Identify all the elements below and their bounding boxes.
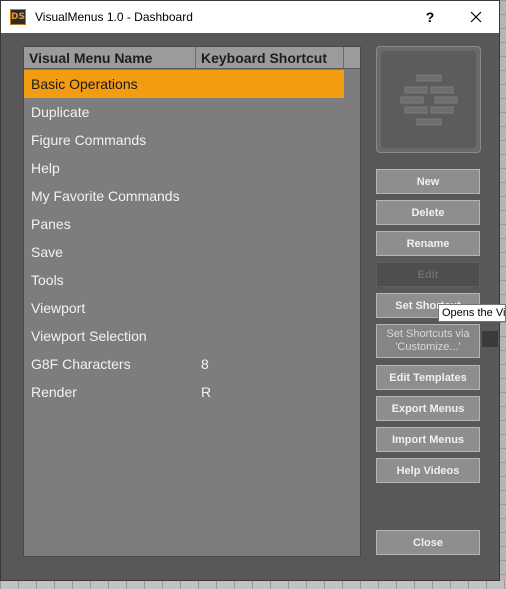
background-viewport-grid	[500, 0, 506, 589]
menu-shortcut: R	[201, 384, 212, 400]
import-menus-button[interactable]: Import Menus	[376, 427, 480, 452]
list-item[interactable]: Panes	[24, 210, 344, 238]
title-bar[interactable]: DS VisualMenus 1.0 - Dashboard ?	[1, 1, 499, 33]
edit-templates-button[interactable]: Edit Templates	[376, 365, 480, 390]
column-header-name[interactable]: Visual Menu Name	[24, 47, 196, 69]
menu-name: Tools	[31, 272, 64, 288]
menu-name: Render	[31, 384, 77, 400]
list-item[interactable]: Viewport Selection	[24, 322, 344, 350]
help-button[interactable]: ?	[407, 1, 453, 33]
close-icon	[470, 11, 482, 23]
list-header: Visual Menu Name Keyboard Shortcut	[24, 47, 360, 69]
rename-button[interactable]: Rename	[376, 231, 480, 256]
menu-name: Help	[31, 160, 60, 176]
app-icon: DS	[10, 9, 26, 25]
column-header-spacer	[344, 47, 360, 69]
list-item[interactable]: Render R	[24, 378, 344, 406]
list-item[interactable]: Basic Operations	[24, 70, 344, 98]
menu-name: G8F Characters	[31, 356, 131, 372]
tooltip: Opens the Vi	[438, 304, 506, 322]
set-shortcuts-via-customize-button[interactable]: Set Shortcuts via 'Customize...'	[376, 324, 480, 358]
window-title: VisualMenus 1.0 - Dashboard	[35, 10, 193, 24]
menu-name: Viewport Selection	[31, 328, 147, 344]
list-item[interactable]: Help	[24, 154, 344, 182]
menu-shortcut: 8	[201, 356, 209, 372]
menu-name: Save	[31, 244, 63, 260]
radial-menu-icon	[400, 74, 457, 125]
list-rows: Basic Operations Duplicate Figure Comman…	[24, 70, 344, 406]
delete-button[interactable]: Delete	[376, 200, 480, 225]
preview-area	[381, 51, 476, 148]
list-item[interactable]: My Favorite Commands	[24, 182, 344, 210]
list-item[interactable]: Duplicate	[24, 98, 344, 126]
list-item[interactable]: Figure Commands	[24, 126, 344, 154]
dashboard-window: DS VisualMenus 1.0 - Dashboard ? Visual …	[0, 0, 500, 581]
background-swatch	[482, 331, 498, 347]
background-viewport-floor	[0, 581, 506, 589]
help-videos-button[interactable]: Help Videos	[376, 458, 480, 483]
list-item[interactable]: Tools	[24, 266, 344, 294]
edit-button[interactable]: Edit	[376, 262, 480, 287]
column-header-shortcut[interactable]: Keyboard Shortcut	[196, 47, 344, 69]
menu-preview	[376, 46, 481, 153]
list-item[interactable]: Viewport	[24, 294, 344, 322]
menu-name: Figure Commands	[31, 132, 147, 148]
close-window-button[interactable]	[453, 1, 499, 33]
close-button[interactable]: Close	[376, 530, 480, 555]
menu-name: My Favorite Commands	[31, 188, 180, 204]
menu-name: Viewport	[31, 300, 86, 316]
export-menus-button[interactable]: Export Menus	[376, 396, 480, 421]
customize-label: 'Customize...'	[395, 341, 461, 353]
menu-name: Panes	[31, 216, 71, 232]
new-button[interactable]: New	[376, 169, 480, 194]
list-item[interactable]: G8F Characters 8	[24, 350, 344, 378]
visual-menu-list[interactable]: Visual Menu Name Keyboard Shortcut Basic…	[23, 46, 361, 557]
menu-name: Basic Operations	[31, 76, 138, 92]
list-item[interactable]: Save	[24, 238, 344, 266]
menu-name: Duplicate	[31, 104, 90, 120]
set-shortcuts-via-label: Set Shortcuts via	[386, 328, 470, 340]
